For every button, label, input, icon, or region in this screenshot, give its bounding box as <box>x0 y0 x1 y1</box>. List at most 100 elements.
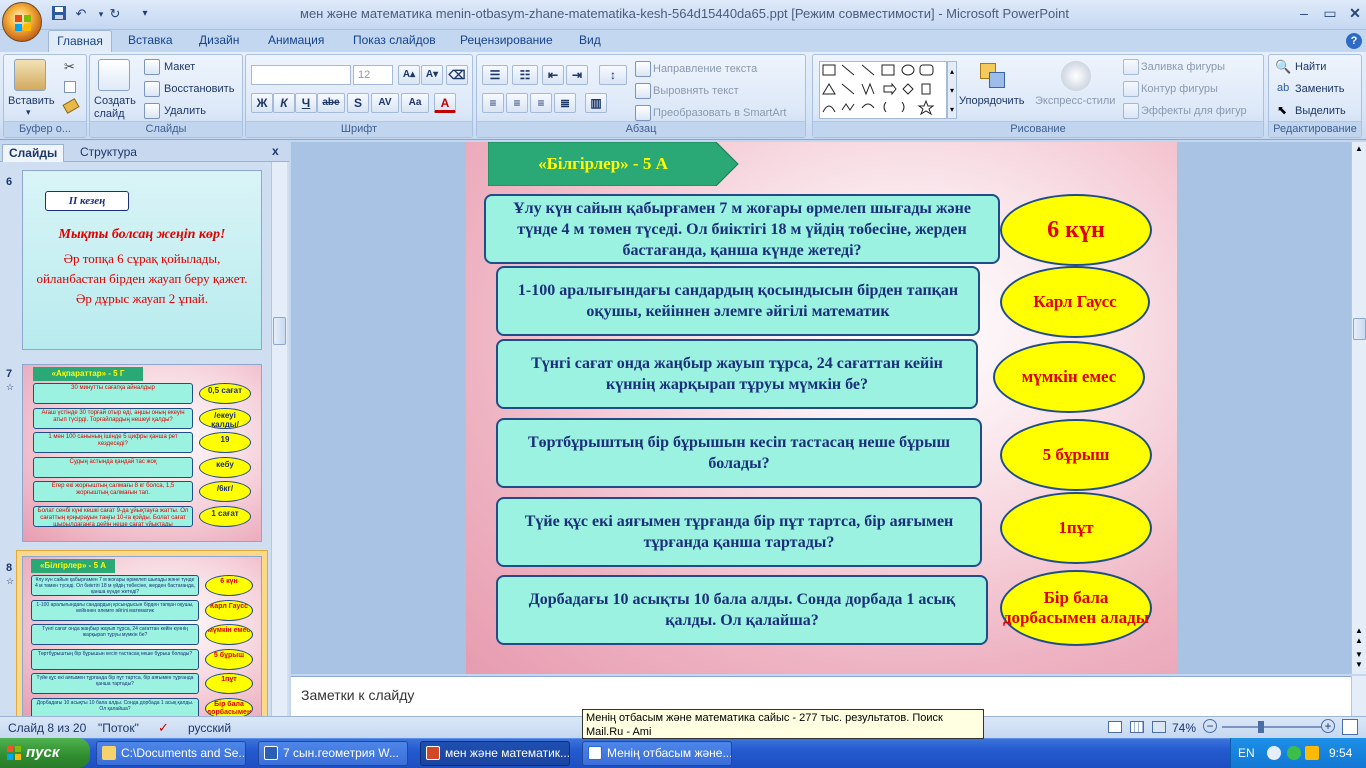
scroll-up-icon[interactable]: ▲ <box>1355 144 1363 153</box>
shape-effects-button[interactable]: Эффекты для фигур <box>1141 105 1247 117</box>
clock[interactable]: 9:54 <box>1329 746 1352 760</box>
slide-thumbnail-8[interactable]: «Білгірлер» - 5 А Ұлу күн сайын қабырғам… <box>22 556 262 722</box>
clear-format-icon[interactable]: ⌫ <box>446 65 468 85</box>
help-icon[interactable]: ? <box>1346 33 1362 49</box>
question-box[interactable]: Түнгі сағат онда жаңбыр жауып тұрса, 24 … <box>496 339 978 409</box>
office-button[interactable] <box>2 2 42 42</box>
paste-dropdown-icon[interactable]: ▾ <box>26 107 31 118</box>
char-spacing-icon[interactable]: AV <box>371 93 399 113</box>
slide-scrollbar[interactable]: ▲ ▲ ▲ ▼ ▼ <box>1351 142 1366 674</box>
zoom-in-icon[interactable]: + <box>1321 719 1335 733</box>
delete-slide-button[interactable]: Удалить <box>164 105 206 117</box>
select-button[interactable]: Выделить <box>1295 105 1346 117</box>
italic-icon[interactable]: К <box>273 93 295 113</box>
notes-scrollbar[interactable] <box>1351 676 1366 716</box>
find-button[interactable]: Найти <box>1295 61 1326 73</box>
align-center-icon[interactable]: ≡ <box>506 93 528 113</box>
close-icon[interactable]: ✕ <box>1343 5 1366 23</box>
replace-button[interactable]: Заменить <box>1295 83 1344 95</box>
underline-icon[interactable]: Ч <box>295 93 317 113</box>
answer-oval[interactable]: 5 бұрыш <box>1000 419 1152 491</box>
slides-pane-scrollbar[interactable] <box>271 162 287 716</box>
tab-view[interactable]: Вид <box>573 30 607 52</box>
bold-icon[interactable]: Ж <box>251 93 273 113</box>
question-box[interactable]: Дорбадағы 10 асықты 10 бала алды. Сонда … <box>496 575 988 645</box>
columns-icon[interactable]: ▥ <box>585 93 607 113</box>
answer-oval[interactable]: 1пұт <box>1000 492 1152 564</box>
copy-icon[interactable] <box>64 81 76 93</box>
slide-canvas[interactable]: «Білгірлер» - 5 А Ұлу күн сайын қабырғам… <box>466 142 1177 674</box>
align-left-icon[interactable]: ≡ <box>482 93 504 113</box>
zoom-slider-thumb[interactable] <box>1258 721 1264 733</box>
arrange-icon[interactable] <box>978 61 1008 91</box>
decrease-indent-icon[interactable]: ⇤ <box>542 65 564 85</box>
shapes-gallery[interactable] <box>819 61 947 119</box>
scrollbar-thumb[interactable] <box>273 317 286 345</box>
format-painter-icon[interactable] <box>62 98 80 114</box>
maximize-icon[interactable]: ▭ <box>1318 5 1342 23</box>
answer-oval[interactable]: мүмкін емес <box>993 341 1145 413</box>
line-spacing-icon[interactable]: ↕ <box>599 65 627 85</box>
font-size-combo[interactable]: 12 <box>353 65 393 85</box>
arrange-button[interactable]: Упорядочить <box>959 95 1024 107</box>
question-box[interactable]: Ұлу күн сайын қабырғамен 7 м жоғары өрме… <box>484 194 1000 264</box>
answer-oval[interactable]: Бір бала дорбасымен алады <box>1000 570 1152 646</box>
zoom-level[interactable]: 74% <box>1172 721 1196 735</box>
prev-slide-icon[interactable]: ▲ ▲ <box>1355 626 1363 646</box>
tab-insert[interactable]: Вставка <box>122 30 179 52</box>
network-icon[interactable] <box>1287 746 1301 760</box>
slide-thumbnail-6[interactable]: ІІ кезең Мықты болсаң жеңіп көр! Әр топқ… <box>22 170 262 350</box>
tab-design[interactable]: Дизайн <box>193 30 245 52</box>
slide-sorter-icon[interactable] <box>1130 721 1144 733</box>
tray-arrow-icon[interactable] <box>1267 746 1281 760</box>
question-box[interactable]: 1-100 аралығындағы сандардың қосындысын … <box>496 266 980 336</box>
quick-styles-icon[interactable] <box>1061 61 1091 91</box>
fit-to-window-icon[interactable] <box>1342 719 1358 735</box>
tab-review[interactable]: Рецензирование <box>454 30 559 52</box>
align-right-icon[interactable]: ≡ <box>530 93 552 113</box>
shapes-more-icon[interactable]: ▴ ▾ ▾ <box>947 61 957 119</box>
input-language[interactable]: EN <box>1238 746 1255 760</box>
security-icon[interactable] <box>1305 746 1319 760</box>
taskbar-item[interactable]: мен және математик... <box>420 741 570 766</box>
slideshow-view-icon[interactable] <box>1152 721 1166 733</box>
tab-slideshow[interactable]: Показ слайдов <box>347 30 442 52</box>
undo-icon[interactable]: ↶ <box>72 5 90 23</box>
cut-icon[interactable]: ✂ <box>64 59 75 75</box>
spellcheck-icon[interactable]: ✓ <box>158 720 169 736</box>
increase-indent-icon[interactable]: ⇥ <box>566 65 588 85</box>
taskbar-item[interactable]: C:\Documents and Se... <box>96 741 246 766</box>
smartart-button[interactable]: Преобразовать в SmartArt <box>653 107 786 119</box>
strikethrough-icon[interactable]: abe <box>317 93 345 113</box>
answer-oval[interactable]: Карл Гаусс <box>1000 266 1150 338</box>
next-slide-icon[interactable]: ▼ ▼ <box>1355 650 1363 670</box>
zoom-slider[interactable] <box>1222 726 1322 728</box>
paste-icon[interactable] <box>14 59 46 91</box>
scrollbar-thumb[interactable] <box>1353 318 1366 340</box>
font-color-icon[interactable]: A <box>434 93 456 113</box>
taskbar-item[interactable]: Менің отбасым және... <box>582 741 732 766</box>
shadow-icon[interactable]: S <box>347 93 369 113</box>
tab-outline[interactable]: Структура <box>74 144 143 162</box>
quick-styles-button[interactable]: Экспресс-стили <box>1035 95 1115 107</box>
text-direction-button[interactable]: Направление текста <box>653 63 757 75</box>
redo-icon[interactable]: ↻ <box>106 5 124 23</box>
bullets-icon[interactable]: ☰ <box>482 65 508 85</box>
paste-button[interactable]: Вставить <box>8 95 55 107</box>
tab-home[interactable]: Главная <box>48 30 112 52</box>
align-text-button[interactable]: Выровнять текст <box>653 85 739 97</box>
question-box[interactable]: Төртбұрыштың бір бұрышын кесіп тастасаң … <box>496 418 982 488</box>
shape-fill-button[interactable]: Заливка фигуры <box>1141 61 1225 73</box>
customize-qat-icon[interactable]: ▾ <box>136 5 154 23</box>
save-icon[interactable] <box>50 5 68 23</box>
minimize-icon[interactable]: – <box>1292 5 1316 23</box>
answer-oval[interactable]: 6 күн <box>1000 194 1152 266</box>
close-pane-icon[interactable]: x <box>272 144 279 158</box>
new-slide-icon[interactable] <box>98 59 130 91</box>
language-indicator[interactable]: русский <box>188 721 231 735</box>
tab-slides[interactable]: Слайды <box>2 144 65 162</box>
shrink-font-icon[interactable]: A▾ <box>421 65 443 85</box>
zoom-out-icon[interactable]: − <box>1203 719 1217 733</box>
taskbar-item[interactable]: 7 сын.геометрия W... <box>258 741 408 766</box>
normal-view-icon[interactable] <box>1108 721 1122 733</box>
